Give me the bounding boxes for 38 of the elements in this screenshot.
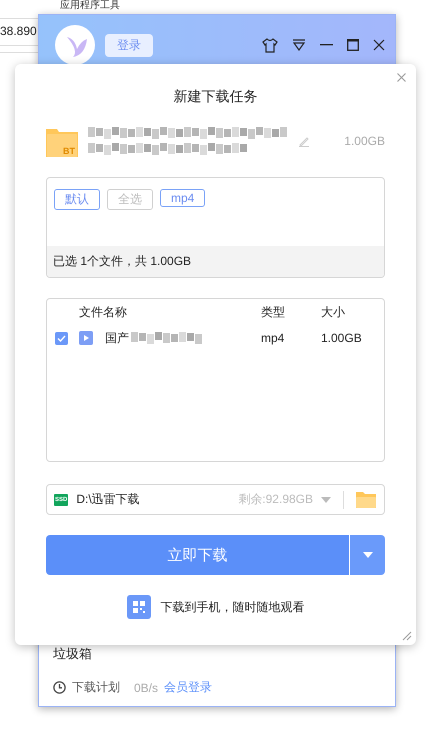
qr-code-icon[interactable] — [126, 595, 150, 619]
pencil-icon[interactable] — [298, 135, 310, 147]
resize-grip-icon[interactable] — [400, 629, 412, 641]
checkmark-icon — [57, 334, 66, 342]
clock-icon — [53, 681, 66, 694]
file-type: mp4 — [261, 331, 286, 345]
close-button[interactable] — [397, 73, 406, 82]
download-now-button[interactable]: 立即下载 — [46, 535, 349, 575]
speed-label: 0B/s — [134, 680, 158, 694]
schedule-label[interactable]: 下载计划 — [72, 679, 120, 696]
selection-summary: 已选 1个文件，共 1.00GB — [47, 246, 384, 277]
column-header: 文件名称 — [79, 304, 128, 320]
member-login-link[interactable]: 会员登录 — [164, 679, 212, 696]
blurred-text-drawing — [131, 332, 203, 344]
sidebar-item[interactable]: 垃圾箱 — [53, 645, 383, 663]
folder-icon[interactable] — [356, 491, 376, 508]
mobile-download-hint[interactable]: 下载到手机，随时随地观看 — [160, 598, 304, 616]
filter-chip[interactable]: 默认 — [54, 189, 100, 210]
dialog-title: 新建下载任务 — [172, 88, 258, 106]
column-header: 类型 — [261, 304, 286, 320]
cell-value: 38.890 — [0, 24, 37, 38]
file-name: 国产 — [105, 330, 129, 346]
more-options-button[interactable] — [349, 535, 385, 575]
close-icon[interactable] — [373, 39, 385, 51]
filter-chip[interactable]: 全选 — [107, 189, 153, 210]
checkbox[interactable] — [55, 332, 68, 344]
minimize-icon[interactable] — [320, 44, 333, 46]
caret-icon — [362, 552, 372, 558]
maximize-icon[interactable] — [347, 39, 359, 51]
menu-icon[interactable] — [292, 39, 306, 51]
shirt-icon[interactable] — [262, 38, 278, 52]
file-size: 1.00GB — [344, 134, 385, 148]
login-button[interactable]: 登录 — [105, 34, 153, 56]
filter-chip[interactable]: mp4 — [160, 189, 206, 207]
caret-icon[interactable] — [321, 496, 331, 502]
video-icon — [79, 331, 93, 345]
column-header: 大小 — [321, 304, 346, 320]
file-size: 1.00GB — [321, 331, 363, 345]
